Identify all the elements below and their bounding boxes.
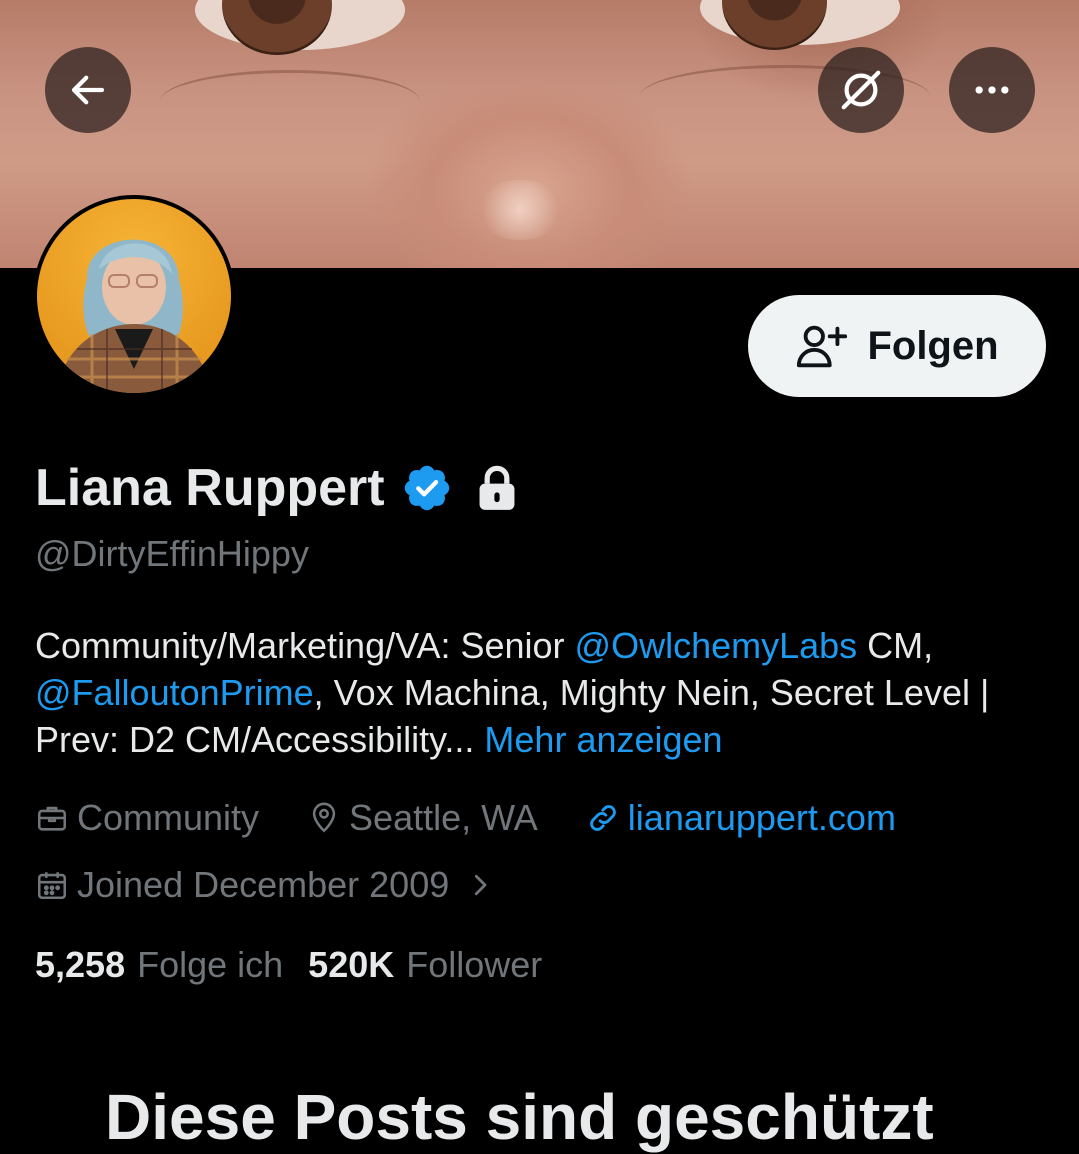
more-button[interactable]	[949, 47, 1035, 133]
profile-handle: @DirtyEffinHippy	[35, 533, 309, 574]
show-more-link[interactable]: Mehr anzeigen	[484, 719, 722, 760]
joined-label: Joined December 2009	[77, 864, 450, 905]
follow-button-label: Folgen	[867, 323, 999, 368]
followers-count: 520K	[308, 944, 395, 985]
follow-button[interactable]: Folgen	[748, 295, 1046, 397]
grok-icon	[841, 70, 881, 110]
location-pin-icon	[312, 802, 336, 833]
banner-highlight	[475, 180, 565, 240]
bio-mention-falloutonprime[interactable]: @FalloutonPrime	[35, 672, 314, 713]
verified-badge-icon[interactable]	[401, 462, 453, 514]
following-label: Folge ich	[137, 944, 284, 985]
avatar-image	[37, 199, 231, 393]
protected-posts-heading: Diese Posts sind geschützt	[105, 1081, 934, 1153]
category-label: Community	[77, 797, 260, 838]
following-stat[interactable]: 5,258 Folge ich	[35, 944, 283, 986]
banner-crease	[160, 70, 420, 133]
location-label: Seattle, WA	[349, 797, 538, 838]
joined-item[interactable]: Joined December 2009	[35, 864, 495, 906]
more-horizontal-icon	[975, 86, 1009, 94]
profile-stats: 5,258 Folge ich 520K Follower	[35, 944, 542, 986]
followers-stat[interactable]: 520K Follower	[308, 944, 542, 986]
profile-bio: Community/Marketing/VA: Senior @Owlchemy…	[35, 622, 1055, 763]
bio-text: CM,	[857, 625, 934, 666]
website-item[interactable]: lianaruppert.com	[586, 797, 896, 839]
back-button[interactable]	[45, 47, 131, 133]
briefcase-icon	[37, 806, 67, 831]
arrow-left-icon	[71, 75, 105, 105]
calendar-icon	[37, 872, 67, 900]
location-item: Seattle, WA	[307, 797, 538, 839]
category-item: Community	[35, 797, 259, 839]
bio-mention-owlchemylabs[interactable]: @OwlchemyLabs	[575, 625, 858, 666]
name-row: Liana Ruppert	[35, 458, 519, 518]
avatar-illustration	[57, 239, 211, 393]
grok-button[interactable]	[818, 47, 904, 133]
avatar[interactable]	[33, 195, 235, 397]
bio-text: Community/Marketing/VA: Senior	[35, 625, 575, 666]
chevron-right-icon	[475, 874, 487, 896]
add-user-icon	[797, 325, 848, 368]
following-count: 5,258	[35, 944, 126, 985]
website-link[interactable]: lianaruppert.com	[628, 797, 896, 839]
link-icon	[590, 805, 616, 831]
followers-label: Follower	[406, 944, 543, 985]
joined-row[interactable]: Joined December 2009	[35, 864, 495, 906]
lock-icon	[479, 465, 515, 510]
display-name: Liana Ruppert	[35, 459, 385, 517]
profile-meta-row: Community Seattle, WA lianaruppert.com	[35, 797, 944, 839]
